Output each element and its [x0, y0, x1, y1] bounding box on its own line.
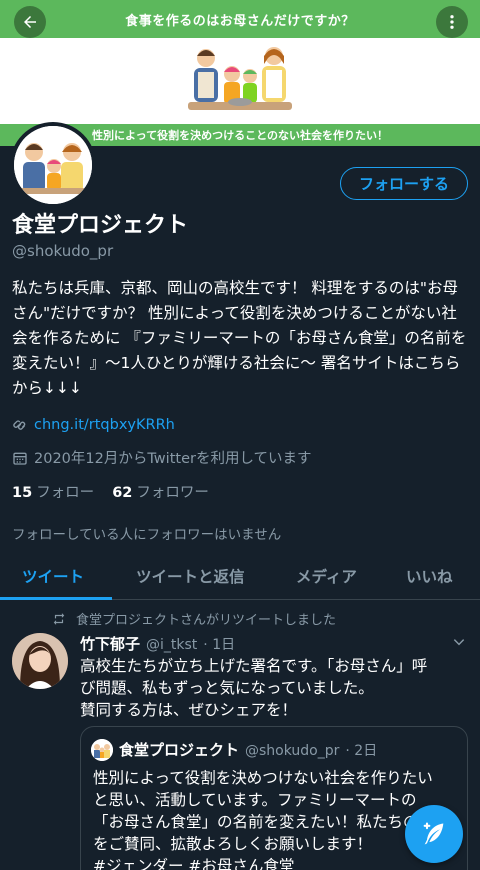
quoted-text-line: 「お母さん食堂」の名前を変えたい！私たちの: [93, 813, 419, 831]
follow-stats: 15 フォロー 62 フォロワー: [12, 481, 209, 502]
tweet-text: 高校生たちが立ち上げた署名です。「お母さん」呼 び問題、私もずっと気になっていま…: [80, 655, 472, 721]
retweet-note-text: 食堂プロジェクトさんがリツイートしました: [76, 613, 337, 628]
author-photo: [12, 633, 68, 689]
profile-tabs: ツイート ツイートと返信 メディア いいね: [0, 555, 480, 600]
profile-avatar[interactable]: [10, 122, 96, 208]
family-avatar-image: [14, 126, 92, 204]
quoted-text-line: と思い、活動しています。ファミリーマートの: [93, 791, 417, 809]
following-count: 15: [12, 485, 33, 501]
retweet-note: 食堂プロジェクトさんがリツイートしました: [52, 609, 336, 628]
quoted-text-line: をご賛同、拡散よろしくお願いします！: [93, 835, 373, 853]
profile-name: 食堂プロジェクト: [12, 213, 189, 238]
tweet-menu-button[interactable]: [452, 634, 466, 653]
tweet-text-line: 高校生たちが立ち上げた署名です。「お母さん」呼: [80, 657, 428, 675]
quoted-tweet-time: · 2日: [345, 743, 378, 759]
tweet-text-line: び問題、私もずっと気になっていました。: [80, 679, 374, 697]
compose-feather-icon: [423, 822, 444, 845]
website-link[interactable]: chng.it/rtqbxyKRRh: [34, 417, 175, 433]
chevron-down-icon: [453, 639, 465, 646]
active-tab-indicator: [0, 597, 112, 600]
tab-likes[interactable]: いいね: [406, 565, 453, 587]
quoted-text-line: #ジェンダー #お母さん食堂: [93, 857, 295, 870]
profile-bio: 私たちは兵庫、京都、岡山の高校生です！ 料理をするのは"お母さん"だけですか？ …: [12, 279, 467, 397]
profile-website[interactable]: chng.it/rtqbxyKRRh: [12, 417, 175, 433]
calendar-icon: [13, 452, 27, 465]
joined-date-text: 2020年12月からTwitterを利用しています: [34, 451, 312, 467]
link-icon: [13, 420, 26, 430]
more-options-button[interactable]: [436, 6, 468, 38]
follow-button[interactable]: フォローする: [340, 167, 468, 200]
retweet-icon: [53, 612, 65, 625]
arrow-left-icon: [24, 16, 36, 28]
tab-tweets[interactable]: ツイート: [22, 565, 84, 587]
tweet-header: 竹下郁子 @i_tkst · 1日: [80, 633, 235, 654]
profile-banner: 食事を作るのはお母さんだけですか？ 性別によって役割を決めつけることのない社会を…: [0, 0, 480, 146]
back-button[interactable]: [14, 6, 46, 38]
quoted-author-name: 食堂プロジェクト: [119, 741, 240, 759]
tweet-text-line: 賛同する方は、ぜひシェアを！: [80, 701, 298, 719]
tweet-author-handle: @i_tkst: [146, 637, 198, 653]
quoted-author-handle: @shokudo_pr: [245, 743, 340, 759]
tweet-author-name[interactable]: 竹下郁子: [80, 633, 140, 654]
family-avatar-small: [91, 739, 113, 761]
following-stat[interactable]: 15 フォロー: [12, 481, 94, 502]
quoted-text-line: 性別によって役割を決めつけない社会を作りたい: [93, 769, 433, 787]
quoted-author-avatar: [91, 739, 113, 761]
known-followers-note: フォローしている人にフォロワーはいません: [12, 527, 282, 543]
tweet-author-avatar[interactable]: [12, 633, 68, 689]
banner-title: 食事を作るのはお母さんだけですか？: [125, 14, 355, 29]
profile-handle: @shokudo_pr: [12, 242, 114, 260]
quoted-tweet-header: 食堂プロジェクト @shokudo_pr · 2日: [119, 739, 377, 760]
followers-label: フォロワー: [136, 485, 209, 501]
family-illustration: [184, 42, 296, 116]
compose-tweet-button[interactable]: [405, 805, 463, 863]
followers-count: 62: [112, 485, 133, 501]
following-label: フォロー: [36, 485, 95, 501]
tweet-time: · 1日: [203, 637, 236, 653]
more-vertical-icon: [450, 15, 454, 29]
tab-tweets-and-replies[interactable]: ツイートと返信: [136, 565, 245, 587]
quoted-tweet-text: 性別によって役割を決めつけない社会を作りたい と思い、活動しています。ファミリー…: [93, 767, 457, 870]
profile-joined: 2020年12月からTwitterを利用しています: [12, 447, 312, 468]
followers-stat[interactable]: 62 フォロワー: [112, 481, 209, 502]
tab-media[interactable]: メディア: [296, 565, 357, 587]
